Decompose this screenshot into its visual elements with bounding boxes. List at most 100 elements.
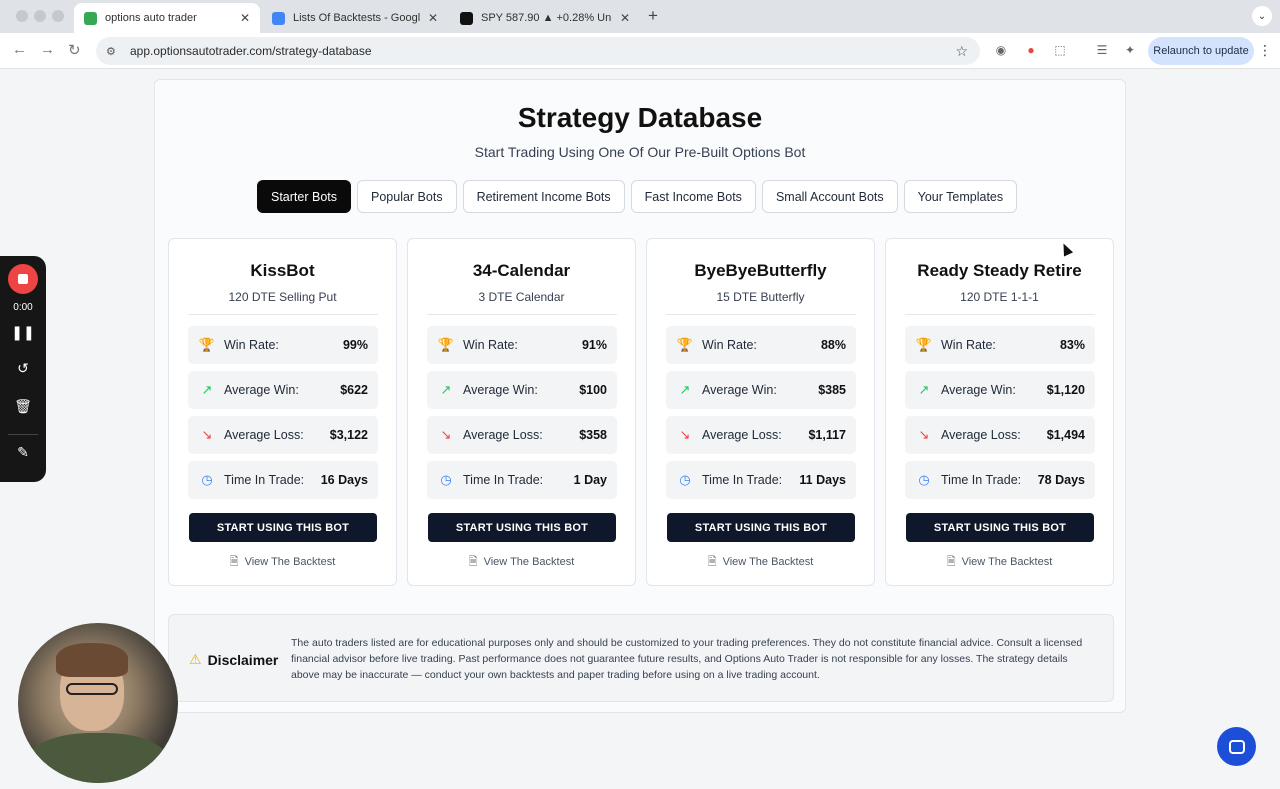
tab-search-chevron-icon[interactable]: ⌄ <box>1252 6 1272 26</box>
bot-name: KissBot <box>250 261 315 280</box>
disclaimer-title: Disclaimer <box>207 651 279 668</box>
stat-value: $1,494 <box>1046 428 1085 442</box>
trophy-icon: 🏆 <box>437 337 455 352</box>
trash-icon[interactable]: 🗑 <box>0 398 46 415</box>
new-tab-icon[interactable]: + <box>648 6 658 26</box>
stat-win-rate: 🏆 Win Rate: 99% <box>188 326 378 364</box>
chat-launcher-button[interactable] <box>1217 727 1256 766</box>
bot-card-byebyebutterfly: ByeByeButterfly 15 DTE Butterfly 🏆 Win R… <box>646 238 875 586</box>
tab-close-icon[interactable]: ✕ <box>428 11 438 25</box>
webcam-bubble[interactable] <box>18 623 178 783</box>
card-divider <box>666 314 856 315</box>
address-bar[interactable]: ⚙ app.optionsautotrader.com/strategy-dat… <box>96 37 980 65</box>
card-divider <box>188 314 378 315</box>
window-minimize-dot[interactable] <box>34 10 46 22</box>
reading-list-icon[interactable]: ☰ <box>1094 43 1110 59</box>
stat-average-win: ↗ Average Win: $622 <box>188 371 378 409</box>
browser-menu-icon[interactable]: ⋮ <box>1258 42 1272 59</box>
trending-down-icon: ↘ <box>201 427 213 442</box>
browser-tab-tradingview[interactable]: SPY 587.90 ▲ +0.28% Unnam ✕ <box>450 3 640 33</box>
tab-title: options auto trader <box>105 12 197 24</box>
stat-win-rate: 🏆 Win Rate: 91% <box>427 326 617 364</box>
tab-popular-bots[interactable]: Popular Bots <box>357 180 457 213</box>
extension-notification-icon[interactable]: ● <box>1023 43 1039 59</box>
start-using-bot-button[interactable]: START USING THIS BOT <box>906 513 1094 542</box>
disclaimer-heading: ⚠ Disclaimer <box>189 651 278 668</box>
browser-tab-options-auto-trader[interactable]: options auto trader ✕ <box>74 3 260 33</box>
browser-tab-google-docs[interactable]: Lists Of Backtests - Google D ✕ <box>262 3 448 33</box>
tab-retirement-income-bots[interactable]: Retirement Income Bots <box>462 180 625 213</box>
pause-icon[interactable]: ❚❚ <box>0 324 46 341</box>
stat-time-in-trade: ◷ Time In Trade: 16 Days <box>188 461 378 499</box>
bot-card-34-calendar: 34-Calendar 3 DTE Calendar 🏆 Win Rate: 9… <box>407 238 636 586</box>
webcam-figure-glasses <box>66 683 118 695</box>
stop-recording-button[interactable] <box>8 264 38 294</box>
extensions-puzzle-icon[interactable]: ⬚ <box>1052 43 1068 59</box>
document-icon: 🗎 <box>468 556 478 568</box>
tab-starter-bots[interactable]: Starter Bots <box>257 180 351 213</box>
extension-1password-icon[interactable]: ◉ <box>993 43 1009 59</box>
stat-label: Average Loss: <box>941 428 1021 442</box>
trophy-icon: 🏆 <box>676 337 694 352</box>
start-using-bot-button[interactable]: START USING THIS BOT <box>428 513 616 542</box>
restart-icon[interactable]: ↺ <box>0 360 46 377</box>
stat-value: 78 Days <box>1037 473 1085 487</box>
stat-value: 83% <box>1059 338 1085 352</box>
bot-description: 3 DTE Calendar <box>478 290 565 304</box>
document-icon: 🗎 <box>229 556 239 568</box>
stop-icon <box>18 274 28 284</box>
view-backtest-link[interactable]: 🗎 View The Backtest <box>647 553 874 572</box>
document-icon: 🗎 <box>707 556 717 568</box>
stat-value: 16 Days <box>320 473 368 487</box>
back-arrow-icon[interactable]: ← <box>12 41 27 58</box>
reload-icon[interactable]: ↻ <box>68 41 81 59</box>
draw-pencil-icon[interactable]: ✎ <box>0 444 46 461</box>
stat-label: Average Loss: <box>463 428 543 442</box>
clock-icon: ◷ <box>679 472 691 487</box>
browser-tab-bar: options auto trader ✕ Lists Of Backtests… <box>0 0 1280 33</box>
stat-average-loss: ↘ Average Loss: $358 <box>427 416 617 454</box>
google-docs-favicon-icon <box>272 11 285 25</box>
window-zoom-dot[interactable] <box>52 10 64 22</box>
page-viewport: Strategy Database Start Trading Using On… <box>0 70 1280 789</box>
disclaimer-text: The auto traders listed are for educatio… <box>291 637 1083 681</box>
trending-up-icon: ↗ <box>679 382 691 397</box>
window-close-dot[interactable] <box>16 10 28 22</box>
stat-value: 91% <box>581 338 607 352</box>
stat-value: 1 Day <box>573 473 607 487</box>
stat-label: Win Rate: <box>702 338 757 352</box>
view-backtest-link[interactable]: 🗎 View The Backtest <box>886 553 1113 572</box>
tab-your-templates[interactable]: Your Templates <box>903 180 1018 213</box>
recorder-divider <box>8 434 38 435</box>
view-backtest-link[interactable]: 🗎 View The Backtest <box>169 553 396 572</box>
stat-label: Time In Trade: <box>702 473 783 487</box>
document-icon: 🗎 <box>946 556 956 568</box>
clock-icon: ◷ <box>918 472 930 487</box>
bot-category-tabs: Starter Bots Popular Bots Retirement Inc… <box>257 180 1018 213</box>
bookmark-star-icon[interactable]: ☆ <box>955 43 968 60</box>
chat-bubble-icon <box>1228 739 1245 754</box>
tab-fast-income-bots[interactable]: Fast Income Bots <box>630 180 756 213</box>
stat-value: 88% <box>820 338 846 352</box>
relaunch-to-update-button[interactable]: Relaunch to update <box>1148 37 1254 65</box>
trending-up-icon: ↗ <box>918 382 930 397</box>
tab-title: Lists Of Backtests - Google D <box>293 12 420 24</box>
tab-close-icon[interactable]: ✕ <box>620 11 630 25</box>
stat-win-rate: 🏆 Win Rate: 83% <box>905 326 1095 364</box>
stat-label: Average Win: <box>702 383 777 397</box>
forward-arrow-icon[interactable]: → <box>40 41 55 58</box>
tab-small-account-bots[interactable]: Small Account Bots <box>761 180 898 213</box>
strategy-database-panel: Strategy Database Start Trading Using On… <box>154 79 1126 713</box>
bot-name: 34-Calendar <box>472 261 571 280</box>
start-using-bot-button[interactable]: START USING THIS BOT <box>667 513 855 542</box>
site-info-icon[interactable]: ⚙ <box>106 45 124 58</box>
stat-average-win: ↗ Average Win: $385 <box>666 371 856 409</box>
tab-close-icon[interactable]: ✕ <box>240 11 250 25</box>
start-using-bot-button[interactable]: START USING THIS BOT <box>189 513 377 542</box>
trophy-icon: 🏆 <box>198 337 216 352</box>
url-text: app.optionsautotrader.com/strategy-datab… <box>130 44 372 58</box>
stat-value: 99% <box>342 338 368 352</box>
view-backtest-link[interactable]: 🗎 View The Backtest <box>408 553 635 572</box>
profile-extension-icon[interactable]: ✦ <box>1122 43 1138 59</box>
stat-label: Win Rate: <box>224 338 279 352</box>
